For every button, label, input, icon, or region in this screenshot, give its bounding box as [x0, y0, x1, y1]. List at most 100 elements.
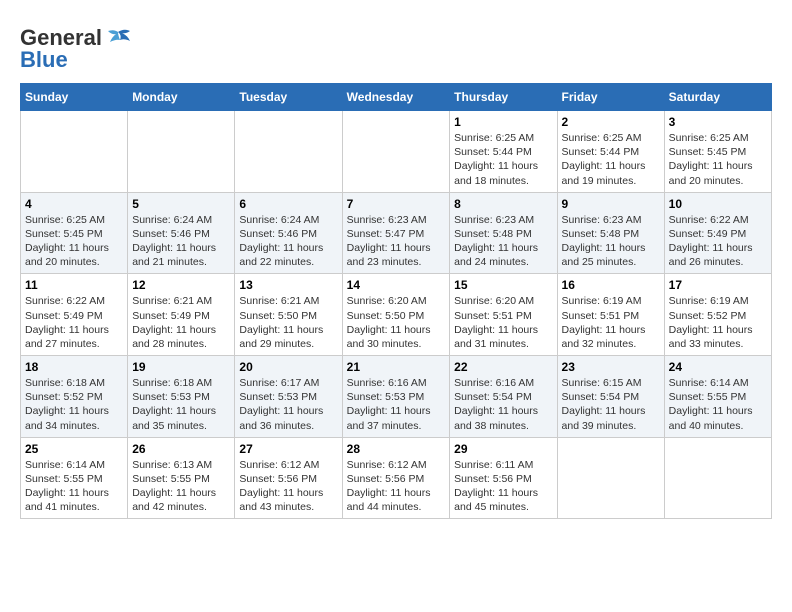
calendar-cell: 23 Sunrise: 6:15 AMSunset: 5:54 PMDayligh… [557, 356, 664, 438]
calendar-cell: 15 Sunrise: 6:20 AMSunset: 5:51 PMDayligh… [450, 274, 557, 356]
day-number: 16 [562, 278, 660, 292]
day-header-saturday: Saturday [664, 84, 771, 111]
day-number: 12 [132, 278, 230, 292]
day-info: Sunrise: 6:23 AMSunset: 5:47 PMDaylight:… [347, 213, 446, 270]
calendar-table: SundayMondayTuesdayWednesdayThursdayFrid… [20, 83, 772, 519]
day-header-wednesday: Wednesday [342, 84, 450, 111]
day-number: 15 [454, 278, 552, 292]
day-number: 27 [239, 442, 337, 456]
day-info: Sunrise: 6:19 AMSunset: 5:52 PMDaylight:… [669, 294, 767, 351]
day-number: 2 [562, 115, 660, 129]
calendar-cell: 1 Sunrise: 6:25 AMSunset: 5:44 PMDaylight… [450, 111, 557, 193]
day-header-monday: Monday [128, 84, 235, 111]
day-number: 4 [25, 197, 123, 211]
day-number: 3 [669, 115, 767, 129]
day-number: 8 [454, 197, 552, 211]
day-info: Sunrise: 6:17 AMSunset: 5:53 PMDaylight:… [239, 376, 337, 433]
day-info: Sunrise: 6:13 AMSunset: 5:55 PMDaylight:… [132, 458, 230, 515]
calendar-cell: 27 Sunrise: 6:12 AMSunset: 5:56 PMDayligh… [235, 437, 342, 519]
day-info: Sunrise: 6:25 AMSunset: 5:45 PMDaylight:… [669, 131, 767, 188]
day-info: Sunrise: 6:15 AMSunset: 5:54 PMDaylight:… [562, 376, 660, 433]
day-info: Sunrise: 6:12 AMSunset: 5:56 PMDaylight:… [239, 458, 337, 515]
day-header-tuesday: Tuesday [235, 84, 342, 111]
calendar-cell: 20 Sunrise: 6:17 AMSunset: 5:53 PMDayligh… [235, 356, 342, 438]
calendar-cell: 17 Sunrise: 6:19 AMSunset: 5:52 PMDayligh… [664, 274, 771, 356]
calendar-cell: 24 Sunrise: 6:14 AMSunset: 5:55 PMDayligh… [664, 356, 771, 438]
day-info: Sunrise: 6:12 AMSunset: 5:56 PMDaylight:… [347, 458, 446, 515]
calendar-cell: 10 Sunrise: 6:22 AMSunset: 5:49 PMDayligh… [664, 192, 771, 274]
day-number: 6 [239, 197, 337, 211]
calendar-cell: 3 Sunrise: 6:25 AMSunset: 5:45 PMDaylight… [664, 111, 771, 193]
day-info: Sunrise: 6:23 AMSunset: 5:48 PMDaylight:… [562, 213, 660, 270]
day-info: Sunrise: 6:25 AMSunset: 5:45 PMDaylight:… [25, 213, 123, 270]
day-number: 11 [25, 278, 123, 292]
calendar-cell: 29 Sunrise: 6:11 AMSunset: 5:56 PMDayligh… [450, 437, 557, 519]
day-header-thursday: Thursday [450, 84, 557, 111]
calendar-cell: 6 Sunrise: 6:24 AMSunset: 5:46 PMDaylight… [235, 192, 342, 274]
calendar-cell: 25Sunrise: 6:14 AMSunset: 5:55 PMDayligh… [21, 437, 128, 519]
page-header: General Blue [20, 20, 772, 73]
logo: General Blue [20, 25, 132, 73]
day-info: Sunrise: 6:20 AMSunset: 5:51 PMDaylight:… [454, 294, 552, 351]
day-number: 23 [562, 360, 660, 374]
calendar-cell [664, 437, 771, 519]
day-number: 22 [454, 360, 552, 374]
day-info: Sunrise: 6:25 AMSunset: 5:44 PMDaylight:… [454, 131, 552, 188]
day-header-sunday: Sunday [21, 84, 128, 111]
day-info: Sunrise: 6:23 AMSunset: 5:48 PMDaylight:… [454, 213, 552, 270]
day-info: Sunrise: 6:14 AMSunset: 5:55 PMDaylight:… [25, 458, 123, 515]
day-number: 5 [132, 197, 230, 211]
calendar-cell: 18 Sunrise: 6:18 AMSunset: 5:52 PMDayligh… [21, 356, 128, 438]
calendar-cell: 2 Sunrise: 6:25 AMSunset: 5:44 PMDaylight… [557, 111, 664, 193]
calendar-cell: 28Sunrise: 6:12 AMSunset: 5:56 PMDayligh… [342, 437, 450, 519]
calendar-cell: 19 Sunrise: 6:18 AMSunset: 5:53 PMDayligh… [128, 356, 235, 438]
calendar-cell: 7 Sunrise: 6:23 AMSunset: 5:47 PMDaylight… [342, 192, 450, 274]
calendar-cell [128, 111, 235, 193]
day-number: 18 [25, 360, 123, 374]
day-info: Sunrise: 6:24 AMSunset: 5:46 PMDaylight:… [239, 213, 337, 270]
calendar-cell [235, 111, 342, 193]
calendar-cell: 11 Sunrise: 6:22 AMSunset: 5:49 PMDayligh… [21, 274, 128, 356]
day-number: 19 [132, 360, 230, 374]
day-info: Sunrise: 6:18 AMSunset: 5:52 PMDaylight:… [25, 376, 123, 433]
calendar-cell: 9 Sunrise: 6:23 AMSunset: 5:48 PMDaylight… [557, 192, 664, 274]
calendar-cell: 21 Sunrise: 6:16 AMSunset: 5:53 PMDayligh… [342, 356, 450, 438]
day-info: Sunrise: 6:20 AMSunset: 5:50 PMDaylight:… [347, 294, 446, 351]
calendar-cell: 16 Sunrise: 6:19 AMSunset: 5:51 PMDayligh… [557, 274, 664, 356]
day-info: Sunrise: 6:25 AMSunset: 5:44 PMDaylight:… [562, 131, 660, 188]
day-number: 7 [347, 197, 446, 211]
day-number: 29 [454, 442, 552, 456]
day-info: Sunrise: 6:14 AMSunset: 5:55 PMDaylight:… [669, 376, 767, 433]
calendar-cell: 26Sunrise: 6:13 AMSunset: 5:55 PMDayligh… [128, 437, 235, 519]
calendar-cell: 12 Sunrise: 6:21 AMSunset: 5:49 PMDayligh… [128, 274, 235, 356]
day-info: Sunrise: 6:11 AMSunset: 5:56 PMDaylight:… [454, 458, 552, 515]
day-number: 9 [562, 197, 660, 211]
day-info: Sunrise: 6:22 AMSunset: 5:49 PMDaylight:… [25, 294, 123, 351]
logo-blue-text: Blue [20, 47, 68, 73]
day-number: 14 [347, 278, 446, 292]
logo-bird-icon [104, 28, 132, 50]
day-number: 24 [669, 360, 767, 374]
calendar-cell: 22 Sunrise: 6:16 AMSunset: 5:54 PMDayligh… [450, 356, 557, 438]
calendar-cell: 4 Sunrise: 6:25 AMSunset: 5:45 PMDaylight… [21, 192, 128, 274]
day-info: Sunrise: 6:22 AMSunset: 5:49 PMDaylight:… [669, 213, 767, 270]
calendar-cell: 14 Sunrise: 6:20 AMSunset: 5:50 PMDayligh… [342, 274, 450, 356]
calendar-cell [342, 111, 450, 193]
day-info: Sunrise: 6:18 AMSunset: 5:53 PMDaylight:… [132, 376, 230, 433]
day-info: Sunrise: 6:21 AMSunset: 5:49 PMDaylight:… [132, 294, 230, 351]
calendar-cell [21, 111, 128, 193]
day-number: 1 [454, 115, 552, 129]
calendar-cell: 5Sunrise: 6:24 AMSunset: 5:46 PMDaylight… [128, 192, 235, 274]
day-info: Sunrise: 6:19 AMSunset: 5:51 PMDaylight:… [562, 294, 660, 351]
day-number: 21 [347, 360, 446, 374]
calendar-cell [557, 437, 664, 519]
day-info: Sunrise: 6:16 AMSunset: 5:53 PMDaylight:… [347, 376, 446, 433]
day-number: 13 [239, 278, 337, 292]
calendar-cell: 13Sunrise: 6:21 AMSunset: 5:50 PMDayligh… [235, 274, 342, 356]
day-info: Sunrise: 6:16 AMSunset: 5:54 PMDaylight:… [454, 376, 552, 433]
day-number: 20 [239, 360, 337, 374]
day-number: 10 [669, 197, 767, 211]
calendar-cell: 8 Sunrise: 6:23 AMSunset: 5:48 PMDaylight… [450, 192, 557, 274]
day-number: 17 [669, 278, 767, 292]
day-header-friday: Friday [557, 84, 664, 111]
